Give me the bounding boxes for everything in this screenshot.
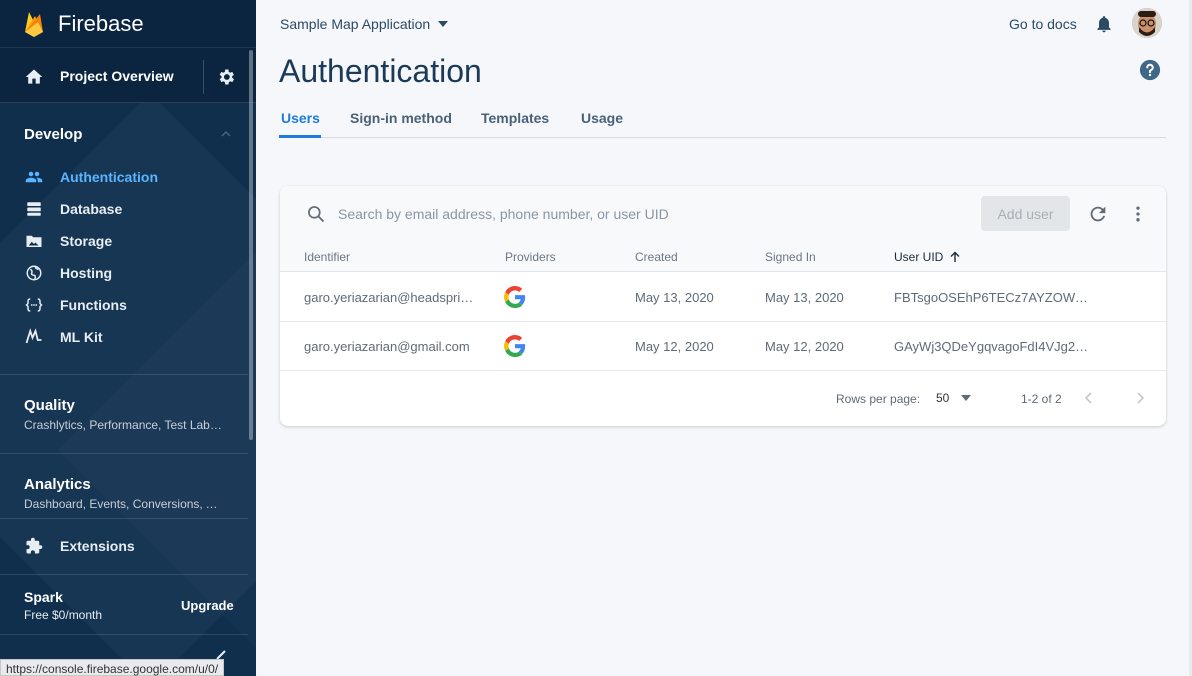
table-pagination: Rows per page: 50 1-2 of 2 <box>280 371 1166 426</box>
tab-sign-in-method[interactable]: Sign-in method <box>350 110 452 126</box>
project-overview-link[interactable]: Project Overview <box>60 68 174 84</box>
column-header-user-uid[interactable]: User UID <box>894 250 961 264</box>
ml-kit-icon <box>25 328 42 344</box>
rows-per-page-select[interactable]: 50 <box>936 391 972 405</box>
chevron-up-icon[interactable] <box>220 128 232 140</box>
sidebar-item-label: Extensions <box>60 538 135 554</box>
sidebar-item-ml-kit[interactable]: ML Kit <box>0 321 248 353</box>
sidebar-item-hosting[interactable]: Hosting <box>0 257 248 289</box>
cell-identifier: garo.yeriazarian@gmail.com <box>304 339 470 354</box>
column-header-identifier[interactable]: Identifier <box>304 250 350 264</box>
tab-bar: Users Sign-in method Templates Usage <box>279 104 1166 138</box>
plan-name: Spark <box>24 589 63 605</box>
divider <box>203 60 204 94</box>
tab-users[interactable]: Users <box>281 110 320 126</box>
cell-signed-in: May 13, 2020 <box>765 290 844 305</box>
divider <box>0 453 248 454</box>
caret-down-icon <box>438 21 449 27</box>
project-name: Sample Map Application <box>280 16 431 32</box>
sidebar-item-label: ML Kit <box>60 329 103 345</box>
gear-icon[interactable] <box>216 67 236 87</box>
sidebar-item-label: Authentication <box>60 169 158 185</box>
analytics-section-subtitle: Dashboard, Events, Conversions, Audience… <box>24 497 224 511</box>
puzzle-icon <box>26 537 43 554</box>
analytics-section-title[interactable]: Analytics <box>24 476 91 493</box>
tab-usage[interactable]: Usage <box>581 110 623 126</box>
divider <box>0 518 248 519</box>
project-overview-row: Project Overview <box>0 47 256 103</box>
cell-created: May 13, 2020 <box>635 290 714 305</box>
sidebar-item-label: Storage <box>60 233 113 249</box>
photo-folder-icon <box>26 235 42 247</box>
chevron-right-icon[interactable] <box>1131 389 1149 407</box>
sidebar-item-authentication[interactable]: Authentication <box>0 161 248 193</box>
cell-identifier: garo.yeriazarian@headspring.com <box>304 290 479 305</box>
database-icon <box>27 202 41 216</box>
avatar-image <box>1132 8 1162 38</box>
firebase-logo-icon <box>25 12 43 37</box>
globe-icon <box>26 265 42 281</box>
brand-header[interactable]: Firebase <box>0 0 256 47</box>
sidebar-item-extensions[interactable]: Extensions <box>0 530 248 562</box>
search-icon <box>308 206 325 223</box>
pagination-range: 1-2 of 2 <box>1021 392 1062 406</box>
users-card: Add user Identifier Providers Created Si… <box>280 186 1166 426</box>
sidebar-item-functions[interactable]: Functions <box>0 289 248 321</box>
divider <box>0 634 248 635</box>
refresh-icon[interactable] <box>1087 203 1109 225</box>
status-bar-url: https://console.firebase.google.com/u/0/ <box>0 659 225 676</box>
bell-icon[interactable] <box>1094 14 1114 34</box>
page-title: Authentication <box>279 53 482 89</box>
divider <box>0 374 248 375</box>
chevron-left-icon[interactable] <box>1080 389 1098 407</box>
project-selector[interactable]: Sample Map Application <box>280 16 449 32</box>
more-vert-icon[interactable] <box>1128 204 1148 224</box>
plan-panel: Spark Free $0/month Upgrade <box>0 575 256 635</box>
sidebar: Firebase Project Overview Develop Authen… <box>0 0 256 676</box>
sidebar-item-label: Database <box>60 201 123 217</box>
arrow-up-icon <box>950 251 960 262</box>
sidebar-scrollbar[interactable] <box>249 50 253 440</box>
develop-section-title[interactable]: Develop <box>24 126 82 143</box>
home-icon <box>25 69 43 84</box>
tab-templates[interactable]: Templates <box>481 110 549 126</box>
functions-icon <box>25 298 43 312</box>
brand-name: Firebase <box>58 11 144 36</box>
sidebar-item-database[interactable]: Database <box>0 193 248 225</box>
cell-user-uid: GAyWj3QDeYgqvagoFdI4VJg2… <box>894 339 1089 354</box>
add-user-button[interactable]: Add user <box>981 196 1070 231</box>
sidebar-item-storage[interactable]: Storage <box>0 225 248 257</box>
help-icon[interactable] <box>1139 59 1161 81</box>
rows-per-page-label: Rows per page: <box>836 392 921 406</box>
sidebar-item-label: Functions <box>60 297 127 313</box>
column-header-providers[interactable]: Providers <box>505 250 556 264</box>
sidebar-item-label: Hosting <box>60 265 113 281</box>
table-row[interactable]: garo.yeriazarian@gmail.com May 12, 2020 … <box>280 322 1166 371</box>
column-header-created[interactable]: Created <box>635 250 678 264</box>
column-header-label: User UID <box>894 250 944 264</box>
go-to-docs-link[interactable]: Go to docs <box>1009 16 1077 32</box>
people-icon <box>25 171 43 183</box>
search-toolbar: Add user <box>280 186 1166 242</box>
avatar[interactable] <box>1132 8 1162 38</box>
plan-price: Free $0/month <box>24 608 103 622</box>
google-provider-icon <box>504 335 526 357</box>
upgrade-button[interactable]: Upgrade <box>181 598 234 613</box>
column-header-signed-in[interactable]: Signed In <box>765 250 816 264</box>
active-tab-indicator <box>279 135 321 138</box>
cell-user-uid: FBTsgoOSEhP6TECz7AYZOWu… <box>894 290 1094 305</box>
quality-section-subtitle: Crashlytics, Performance, Test Lab, App … <box>24 418 224 432</box>
rows-per-page-value: 50 <box>936 391 950 405</box>
quality-section-title[interactable]: Quality <box>24 397 75 414</box>
search-input[interactable] <box>338 202 938 226</box>
cell-signed-in: May 12, 2020 <box>765 339 844 354</box>
table-row[interactable]: garo.yeriazarian@headspring.com May 13, … <box>280 273 1166 322</box>
caret-down-icon <box>961 395 972 401</box>
table-header: Identifier Providers Created Signed In U… <box>280 242 1166 272</box>
google-provider-icon <box>504 286 526 308</box>
cell-created: May 12, 2020 <box>635 339 714 354</box>
